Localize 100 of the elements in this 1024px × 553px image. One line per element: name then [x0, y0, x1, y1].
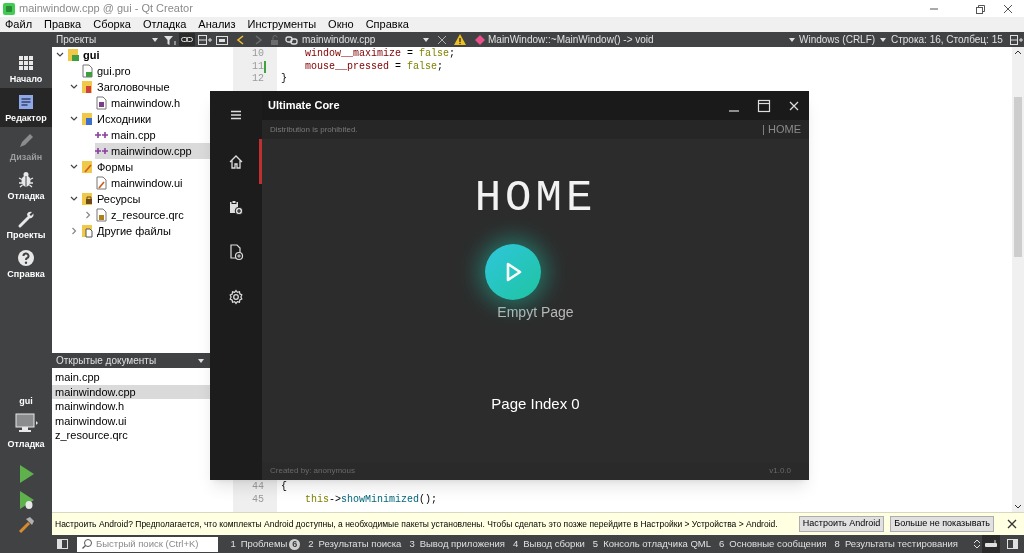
line-endings-selector[interactable]: Windows (CRLF)	[799, 32, 879, 47]
line-number: 10	[252, 49, 264, 60]
dropdown-caret-icon[interactable]	[879, 35, 887, 44]
symbol-icon	[474, 33, 486, 46]
mode-button[interactable]: Редактор	[0, 88, 52, 127]
monitor-icon	[13, 412, 39, 434]
symbol-selector[interactable]: MainWindow::~MainWindow() -> void	[488, 32, 788, 47]
line-number: 12	[252, 74, 264, 85]
tree-item[interactable]: Заголовочные	[81, 79, 210, 95]
output-pane-tab[interactable]: 4 Вывод сборки	[508, 536, 589, 552]
output-pane-tab[interactable]: 5 Консоль отладчика QML	[588, 536, 715, 552]
bug-icon	[16, 170, 36, 190]
tree-item[interactable]: z_resource.qrc	[95, 207, 210, 223]
line-number: 11	[252, 61, 264, 72]
document-item[interactable]: z_resource.qrc	[52, 428, 210, 443]
page-title: HOME	[474, 176, 597, 220]
line-number: 45	[252, 494, 264, 505]
close-icon[interactable]	[1002, 2, 1014, 15]
settings-icon	[227, 287, 245, 306]
progress-toggle-icon[interactable]	[982, 535, 1000, 553]
scrollbar[interactable]	[1012, 47, 1024, 512]
tree-item[interactable]: gui.pro	[81, 63, 210, 79]
filter-icon[interactable]	[163, 33, 177, 46]
project-icon	[67, 48, 80, 62]
tree-item[interactable]: mainwindow.h	[95, 95, 210, 111]
search-field[interactable]: Быстрый поиск (Ctrl+K)	[77, 536, 219, 552]
play-button[interactable]	[484, 244, 541, 300]
output-pane-tab[interactable]: 2 Результаты поиска	[304, 536, 406, 552]
menu-item[interactable]: Анализ	[198, 16, 236, 33]
document-item[interactable]: mainwindow.ui	[52, 413, 210, 428]
menu-icon[interactable]	[229, 109, 243, 121]
tree-item[interactable]: main.cpp	[95, 127, 210, 143]
tree-item[interactable]: mainwindow.cpp	[95, 143, 210, 159]
line-number: 44	[252, 482, 264, 493]
document-item[interactable]: main.cpp	[52, 370, 210, 385]
code-line: mouse__pressed = false;	[304, 60, 445, 73]
file-type-icon	[285, 33, 299, 46]
up-down-arrows-icon[interactable]	[972, 538, 982, 550]
link-icon[interactable]	[179, 33, 195, 46]
folder-icon	[81, 112, 94, 126]
warning-icon	[453, 33, 467, 46]
wrench-icon	[16, 209, 36, 229]
menu-item[interactable]: Окно	[328, 16, 354, 33]
document-item[interactable]: mainwindow.cpp	[52, 384, 210, 399]
tree-item[interactable]: Исходники	[81, 111, 210, 127]
maximize-icon[interactable]	[757, 98, 771, 113]
folder-icon	[81, 224, 94, 238]
tree-item[interactable]: Другие файлы	[81, 223, 210, 239]
code-line: window__maximize = false;	[304, 48, 457, 61]
folder-icon	[81, 80, 94, 94]
code-line: {	[281, 481, 288, 494]
window-title: mainwindow.cpp @ gui - Qt Creator	[19, 1, 193, 17]
app-logo-icon	[2, 1, 16, 16]
file-plus-icon	[227, 242, 245, 261]
dropdown-caret-icon[interactable]	[422, 35, 430, 44]
search-icon	[81, 538, 93, 550]
menu-item[interactable]: Инструменты	[247, 16, 317, 33]
output-pane-tab[interactable]: 3 Вывод приложения	[405, 536, 509, 552]
form-file-icon	[95, 176, 108, 190]
tree-item[interactable]: mainwindow.ui	[95, 175, 210, 191]
panel-title: Проекты	[55, 33, 98, 47]
page-index: Page Index 0	[491, 394, 580, 414]
output-pane-tab[interactable]: 1 Проблемы 6	[226, 536, 305, 552]
info-button[interactable]: Настроить Android	[798, 516, 885, 532]
split-icon[interactable]	[197, 33, 213, 46]
menu-item[interactable]: Файл	[5, 16, 33, 33]
cursor-position: Строка: 16, Столбец: 15	[891, 33, 1004, 47]
document-item[interactable]: mainwindow.h	[52, 399, 210, 414]
header-file-icon	[95, 96, 108, 110]
output-pane-tab[interactable]: 8 Результаты тестирования	[830, 536, 962, 552]
tree-item[interactable]: Ресурсы	[81, 191, 210, 207]
kit-mode-label: Отладка	[7, 440, 45, 449]
page-label: Empyt Page	[497, 303, 574, 322]
menu-item[interactable]: Сборка	[93, 16, 131, 33]
restore-icon[interactable]	[974, 2, 986, 15]
scroll-thumb[interactable]	[1014, 97, 1022, 257]
code-line: this->showMinimized();	[304, 493, 439, 506]
hammer-icon[interactable]	[16, 515, 36, 533]
count-badge: 6	[289, 538, 301, 550]
output-pane-tab[interactable]: 6 Основные сообщения	[715, 536, 831, 552]
project-file-icon	[81, 64, 94, 78]
close-icon[interactable]	[1006, 518, 1018, 530]
output-toggle-icon[interactable]	[1006, 538, 1020, 550]
tree-item[interactable]: gui	[67, 47, 210, 63]
app-title: Ultimate Core	[268, 98, 341, 114]
menu-item[interactable]: Справка	[365, 16, 409, 33]
document-icon	[16, 92, 36, 112]
folder-icon	[81, 160, 94, 174]
file-name[interactable]: mainwindow.cpp	[302, 32, 422, 47]
dropdown-caret-icon[interactable]	[197, 356, 205, 365]
menu-item[interactable]: Правка	[44, 16, 82, 33]
breadcrumb: | HOME	[762, 122, 801, 138]
dropdown-caret-icon[interactable]	[151, 35, 159, 44]
sidebar-toggle-icon[interactable]	[56, 538, 70, 550]
tree-item[interactable]: Формы	[81, 159, 210, 175]
close-panel-icon[interactable]	[215, 33, 229, 46]
info-button[interactable]: Больше не показывать	[890, 516, 994, 532]
dropdown-caret-icon[interactable]	[788, 35, 796, 44]
split-icon[interactable]	[1009, 33, 1023, 46]
menu-item[interactable]: Отладка	[142, 16, 187, 33]
